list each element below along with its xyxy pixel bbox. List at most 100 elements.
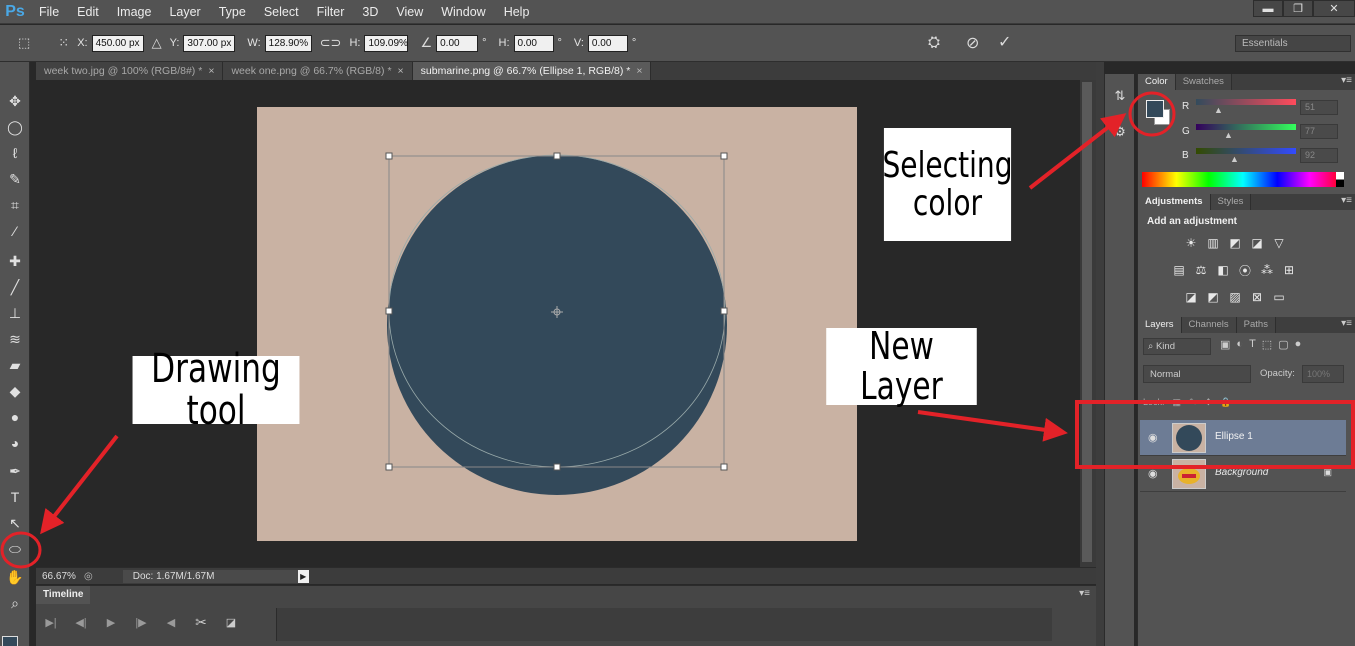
transform-tool-icon[interactable]: ⬚ bbox=[18, 35, 30, 51]
layer-filter-select[interactable]: ⌕ Kind bbox=[1143, 338, 1211, 355]
gradient-map-icon[interactable]: ▭ bbox=[1270, 288, 1288, 306]
transform-handle[interactable] bbox=[385, 152, 393, 160]
timeline-track[interactable] bbox=[276, 608, 1052, 641]
restore-button[interactable]: ❐ bbox=[1283, 0, 1313, 17]
lasso-icon[interactable]: ℓ bbox=[4, 142, 26, 164]
tab-paths[interactable]: Paths bbox=[1236, 317, 1276, 333]
menu-layer[interactable]: Layer bbox=[160, 0, 209, 24]
transform-handle[interactable] bbox=[720, 152, 728, 160]
vibrance-icon[interactable]: ▽ bbox=[1270, 234, 1288, 252]
next-frame-icon[interactable]: |▶ bbox=[126, 616, 156, 629]
warp-icon[interactable]: ⛭ bbox=[928, 34, 940, 51]
opacity-input[interactable]: 100% bbox=[1302, 365, 1344, 383]
hskew-input[interactable]: 0.00 bbox=[513, 34, 554, 52]
transform-handle[interactable] bbox=[385, 307, 393, 315]
transform-handle[interactable] bbox=[553, 463, 561, 471]
levels-icon[interactable]: ▥ bbox=[1204, 234, 1222, 252]
close-window-button[interactable]: ✕ bbox=[1313, 0, 1355, 17]
eraser-icon[interactable]: ▰ bbox=[4, 354, 26, 376]
tab-adjustments[interactable]: Adjustments bbox=[1138, 194, 1211, 210]
height-input[interactable]: 109.09% bbox=[364, 34, 409, 52]
tab-styles[interactable]: Styles bbox=[1210, 194, 1252, 210]
tab-layers[interactable]: Layers bbox=[1138, 317, 1182, 333]
menu-type[interactable]: Type bbox=[210, 0, 255, 24]
threshold-icon[interactable]: ▨ bbox=[1226, 288, 1244, 306]
black-white-icon[interactable]: ◧ bbox=[1214, 261, 1232, 279]
color-balance-icon[interactable]: ⚖ bbox=[1192, 261, 1210, 279]
b-slider-thumb[interactable]: ▲ bbox=[1230, 154, 1239, 164]
b-value-input[interactable]: 92 bbox=[1300, 148, 1338, 163]
document-canvas[interactable] bbox=[257, 107, 857, 541]
status-icon[interactable]: ◎ bbox=[84, 571, 93, 582]
paint-bucket-icon[interactable]: ◆ bbox=[4, 380, 26, 402]
filter-toggle-icon[interactable]: ● bbox=[1295, 338, 1302, 351]
r-slider[interactable] bbox=[1196, 99, 1296, 105]
timeline-tab[interactable]: Timeline bbox=[36, 586, 91, 604]
history-brush-icon[interactable]: ≋ bbox=[4, 328, 26, 350]
minimize-button[interactable]: ▬ bbox=[1253, 0, 1283, 17]
x-position-input[interactable]: 450.00 px bbox=[91, 34, 144, 52]
status-menu-arrow[interactable]: ▶ bbox=[297, 569, 309, 583]
r-slider-thumb[interactable]: ▲ bbox=[1214, 105, 1223, 115]
ellipse-marquee-icon[interactable]: ◯ bbox=[4, 116, 26, 138]
lock-pixels-icon[interactable]: ▦ bbox=[1173, 397, 1182, 408]
menu-file[interactable]: File bbox=[30, 0, 68, 24]
posterize-icon[interactable]: ◩ bbox=[1204, 288, 1222, 306]
g-slider[interactable] bbox=[1196, 124, 1296, 130]
menu-view[interactable]: View bbox=[387, 0, 432, 24]
path-select-icon[interactable]: ↖ bbox=[4, 512, 26, 534]
color-lookup-icon[interactable]: ⊞ bbox=[1280, 261, 1298, 279]
panel-menu-icon[interactable]: ▾≡ bbox=[1341, 195, 1352, 206]
quick-select-icon[interactable]: ✎ bbox=[4, 168, 26, 190]
adjustment-filter-icon[interactable]: ◐ bbox=[1236, 338, 1243, 351]
properties-icon[interactable]: ⚙ bbox=[1110, 122, 1130, 142]
link-icon[interactable]: ⊂⊃ bbox=[320, 35, 342, 51]
panel-menu-icon[interactable]: ▾≡ bbox=[1341, 318, 1352, 329]
crop-icon[interactable]: ⌗ bbox=[4, 194, 26, 216]
exposure-icon[interactable]: ◪ bbox=[1248, 234, 1266, 252]
b-slider[interactable] bbox=[1196, 148, 1296, 154]
scissors-icon[interactable]: ✂ bbox=[186, 614, 216, 631]
tab-close-icon[interactable]: × bbox=[636, 65, 642, 77]
transition-icon[interactable]: ◪ bbox=[216, 616, 246, 629]
zoom-level[interactable]: 66.67% bbox=[36, 571, 84, 582]
menu-edit[interactable]: Edit bbox=[68, 0, 108, 24]
eyedropper-icon[interactable]: ⁄ bbox=[4, 220, 26, 242]
tab-close-icon[interactable]: × bbox=[208, 65, 214, 77]
healing-brush-icon[interactable]: ✚ bbox=[4, 250, 26, 272]
g-slider-thumb[interactable]: ▲ bbox=[1224, 130, 1233, 140]
y-position-input[interactable]: 307.00 px bbox=[183, 34, 236, 52]
transform-handle[interactable] bbox=[720, 463, 728, 471]
cancel-transform-icon[interactable]: ⊘ bbox=[966, 33, 979, 53]
color-spectrum-bar[interactable] bbox=[1142, 172, 1344, 187]
hand-tool-icon[interactable]: ✋ bbox=[4, 566, 26, 588]
clone-stamp-icon[interactable]: ⊥ bbox=[4, 302, 26, 324]
workspace-select[interactable]: Essentials bbox=[1235, 35, 1351, 52]
invert-icon[interactable]: ◪ bbox=[1182, 288, 1200, 306]
width-input[interactable]: 128.90% bbox=[264, 34, 312, 52]
layer-name[interactable]: Background bbox=[1215, 467, 1268, 478]
commit-transform-icon[interactable]: ✓ bbox=[998, 32, 1011, 52]
dodge-icon[interactable]: ◕ bbox=[4, 432, 26, 454]
tab-submarine[interactable]: submarine.png @ 66.7% (Ellipse 1, RGB/8)… bbox=[412, 62, 652, 80]
tab-color[interactable]: Color bbox=[1138, 74, 1176, 90]
blur-icon[interactable]: ● bbox=[4, 406, 26, 428]
tab-close-icon[interactable]: × bbox=[398, 65, 404, 77]
first-frame-icon[interactable]: ▶| bbox=[36, 616, 66, 629]
layer-row-ellipse[interactable]: ◉ Ellipse 1 bbox=[1140, 420, 1346, 456]
foreground-color-swatch[interactable] bbox=[2, 636, 18, 646]
selective-color-icon[interactable]: ⊠ bbox=[1248, 288, 1266, 306]
layer-row-background[interactable]: ◉ Background ▣ bbox=[1140, 456, 1346, 492]
foreground-color-chip[interactable] bbox=[1146, 100, 1164, 118]
layer-name[interactable]: Ellipse 1 bbox=[1215, 431, 1253, 442]
smart-object-filter-icon[interactable]: ▢ bbox=[1278, 338, 1288, 351]
move-tool-icon[interactable]: ✥ bbox=[4, 90, 26, 112]
g-value-input[interactable]: 77 bbox=[1300, 124, 1338, 139]
pen-icon[interactable]: ✒ bbox=[4, 460, 26, 482]
lock-paint-icon[interactable]: ✎ bbox=[1189, 397, 1197, 408]
reference-point-icon[interactable]: ⁙ bbox=[58, 35, 69, 51]
curves-icon[interactable]: ◩ bbox=[1226, 234, 1244, 252]
tab-week-one[interactable]: week one.png @ 66.7% (RGB/8) * × bbox=[223, 62, 413, 80]
angle-input[interactable]: 0.00 bbox=[436, 34, 479, 52]
panel-menu-icon[interactable]: ▾≡ bbox=[1341, 75, 1352, 86]
